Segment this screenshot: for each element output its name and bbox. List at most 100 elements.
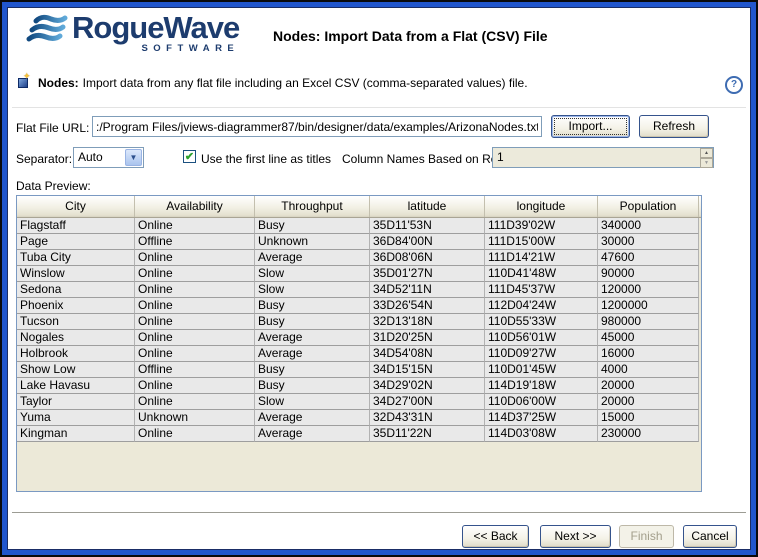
table-cell[interactable]: 20000 <box>598 394 699 410</box>
column-header-availability[interactable]: Availability <box>135 196 255 217</box>
table-cell[interactable]: Sedona <box>17 282 135 298</box>
table-cell[interactable]: Busy <box>255 218 370 234</box>
table-cell[interactable]: Slow <box>255 266 370 282</box>
chevron-down-icon[interactable]: ▼ <box>125 149 142 166</box>
table-cell[interactable]: 16000 <box>598 346 699 362</box>
table-row[interactable]: WinslowOnlineSlow35D01'27N110D41'48W9000… <box>17 266 701 282</box>
table-cell[interactable]: Nogales <box>17 330 135 346</box>
table-cell[interactable]: Yuma <box>17 410 135 426</box>
next-button[interactable]: Next >> <box>540 525 611 548</box>
table-cell[interactable]: Unknown <box>255 234 370 250</box>
table-cell[interactable]: 111D15'00W <box>485 234 598 250</box>
table-cell[interactable]: 110D01'45W <box>485 362 598 378</box>
spinner-down-button[interactable]: ▼ <box>700 158 713 168</box>
help-icon[interactable]: ? <box>725 76 743 94</box>
table-row[interactable]: TaylorOnlineSlow34D27'00N110D06'00W20000 <box>17 394 701 410</box>
table-cell[interactable]: 111D39'02W <box>485 218 598 234</box>
table-cell[interactable]: 32D13'18N <box>370 314 485 330</box>
table-cell[interactable]: 90000 <box>598 266 699 282</box>
column-header-throughput[interactable]: Throughput <box>255 196 370 217</box>
table-cell[interactable]: 34D52'11N <box>370 282 485 298</box>
column-header-population[interactable]: Population <box>598 196 699 217</box>
refresh-button[interactable]: Refresh <box>639 115 709 138</box>
table-row[interactable]: TucsonOnlineBusy32D13'18N110D55'33W98000… <box>17 314 701 330</box>
table-cell[interactable]: 114D37'25W <box>485 410 598 426</box>
table-row[interactable]: YumaUnknownAverage32D43'31N114D37'25W150… <box>17 410 701 426</box>
table-cell[interactable]: 110D41'48W <box>485 266 598 282</box>
table-cell[interactable]: Kingman <box>17 426 135 442</box>
table-cell[interactable]: Online <box>135 394 255 410</box>
table-cell[interactable]: Average <box>255 410 370 426</box>
column-header-latitude[interactable]: latitude <box>370 196 485 217</box>
table-cell[interactable]: 31D20'25N <box>370 330 485 346</box>
table-cell[interactable]: 120000 <box>598 282 699 298</box>
table-cell[interactable]: 47600 <box>598 250 699 266</box>
table-row[interactable]: PhoenixOnlineBusy33D26'54N112D04'24W1200… <box>17 298 701 314</box>
table-cell[interactable]: Phoenix <box>17 298 135 314</box>
table-cell[interactable]: 15000 <box>598 410 699 426</box>
table-cell[interactable]: Average <box>255 250 370 266</box>
table-cell[interactable]: 34D29'02N <box>370 378 485 394</box>
table-cell[interactable]: Average <box>255 330 370 346</box>
table-cell[interactable]: 4000 <box>598 362 699 378</box>
table-cell[interactable]: Slow <box>255 282 370 298</box>
table-cell[interactable]: Online <box>135 298 255 314</box>
table-cell[interactable]: 20000 <box>598 378 699 394</box>
row-number-input[interactable] <box>493 149 687 166</box>
table-cell[interactable]: 35D11'22N <box>370 426 485 442</box>
table-cell[interactable]: Busy <box>255 378 370 394</box>
column-header-city[interactable]: City <box>17 196 135 217</box>
table-cell[interactable]: Online <box>135 218 255 234</box>
file-url-input[interactable] <box>92 116 542 137</box>
table-row[interactable]: Lake HavasuOnlineBusy34D29'02N114D19'18W… <box>17 378 701 394</box>
table-cell[interactable]: Online <box>135 250 255 266</box>
table-cell[interactable]: Unknown <box>135 410 255 426</box>
table-row[interactable]: Tuba CityOnlineAverage36D08'06N111D14'21… <box>17 250 701 266</box>
first-line-checkbox[interactable]: ✔ <box>183 150 196 163</box>
table-cell[interactable]: Online <box>135 378 255 394</box>
table-cell[interactable]: Online <box>135 346 255 362</box>
table-cell[interactable]: 32D43'31N <box>370 410 485 426</box>
table-row[interactable]: NogalesOnlineAverage31D20'25N110D56'01W4… <box>17 330 701 346</box>
table-cell[interactable]: 33D26'54N <box>370 298 485 314</box>
back-button[interactable]: << Back <box>462 525 529 548</box>
table-cell[interactable]: 114D19'18W <box>485 378 598 394</box>
table-cell[interactable]: Holbrook <box>17 346 135 362</box>
table-cell[interactable]: 980000 <box>598 314 699 330</box>
table-cell[interactable]: Show Low <box>17 362 135 378</box>
import-button[interactable]: Import... <box>551 115 630 138</box>
table-row[interactable]: HolbrookOnlineAverage34D54'08N110D09'27W… <box>17 346 701 362</box>
table-cell[interactable]: 110D06'00W <box>485 394 598 410</box>
table-cell[interactable]: Online <box>135 314 255 330</box>
table-cell[interactable]: Slow <box>255 394 370 410</box>
table-cell[interactable]: 112D04'24W <box>485 298 598 314</box>
table-cell[interactable]: 45000 <box>598 330 699 346</box>
table-cell[interactable]: 110D56'01W <box>485 330 598 346</box>
table-cell[interactable]: Tuba City <box>17 250 135 266</box>
table-cell[interactable]: Lake Havasu <box>17 378 135 394</box>
table-row[interactable]: Show LowOfflineBusy34D15'15N110D01'45W40… <box>17 362 701 378</box>
table-cell[interactable]: Busy <box>255 362 370 378</box>
table-row[interactable]: KingmanOnlineAverage35D11'22N114D03'08W2… <box>17 426 701 442</box>
table-row[interactable]: SedonaOnlineSlow34D52'11N111D45'37W12000… <box>17 282 701 298</box>
table-cell[interactable]: Tucson <box>17 314 135 330</box>
table-cell[interactable]: Average <box>255 426 370 442</box>
table-cell[interactable]: Online <box>135 282 255 298</box>
table-cell[interactable]: 230000 <box>598 426 699 442</box>
column-header-longitude[interactable]: longitude <box>485 196 598 217</box>
table-cell[interactable]: Online <box>135 330 255 346</box>
table-cell[interactable]: Flagstaff <box>17 218 135 234</box>
cancel-button[interactable]: Cancel <box>683 525 737 548</box>
separator-combobox[interactable]: Auto ▼ <box>73 147 144 168</box>
table-row[interactable]: PageOfflineUnknown36D84'00N111D15'00W300… <box>17 234 701 250</box>
table-cell[interactable]: Busy <box>255 298 370 314</box>
table-cell[interactable]: Online <box>135 266 255 282</box>
table-cell[interactable]: 1200000 <box>598 298 699 314</box>
table-cell[interactable]: Taylor <box>17 394 135 410</box>
table-cell[interactable]: 110D55'33W <box>485 314 598 330</box>
table-cell[interactable]: 34D27'00N <box>370 394 485 410</box>
table-row[interactable]: FlagstaffOnlineBusy35D11'53N111D39'02W34… <box>17 218 701 234</box>
table-cell[interactable]: 111D45'37W <box>485 282 598 298</box>
table-cell[interactable]: 36D84'00N <box>370 234 485 250</box>
table-cell[interactable]: Page <box>17 234 135 250</box>
